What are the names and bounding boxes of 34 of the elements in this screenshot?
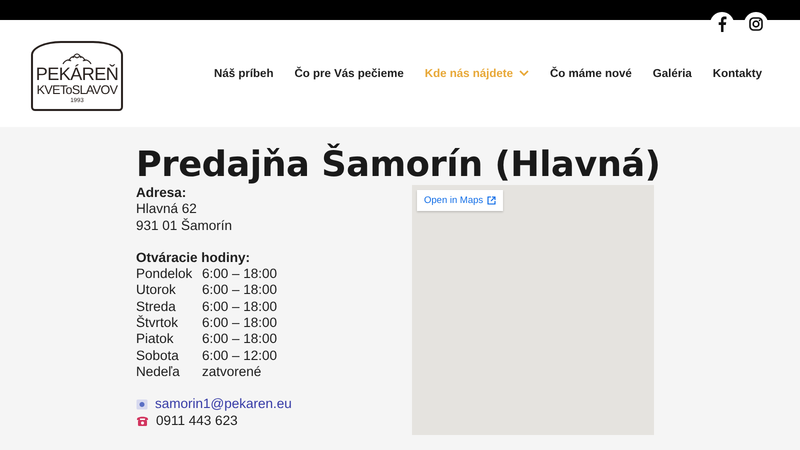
phone-number: 0911 443 623	[156, 412, 238, 429]
day-label: Pondelok	[136, 266, 194, 282]
phone-icon	[136, 415, 149, 426]
external-link-icon	[487, 196, 496, 205]
opening-time: zatvorené	[202, 364, 262, 380]
flower-icon	[60, 52, 94, 64]
opening-time: 6:00 – 12:00	[202, 348, 278, 364]
address-line: Hlavná 62	[136, 201, 198, 218]
open-in-maps-button[interactable]: Open in Maps	[417, 190, 504, 211]
opening-time: 6:00 – 18:00	[202, 298, 278, 316]
logo-text: KVEToSLAVOV	[36, 82, 118, 96]
day-label: Piatok	[136, 331, 175, 348]
opening-time: 6:00 – 18:00	[202, 315, 278, 332]
email-link[interactable]: samorin1@pekaren.eu	[155, 396, 292, 413]
day-label: Streda	[136, 298, 177, 315]
day-label: Nedeľa	[136, 364, 181, 380]
nav-link[interactable]: Čo máme nové	[550, 68, 632, 80]
nav-link[interactable]: Čo pre Vás pečieme	[294, 68, 404, 80]
day-label: Sobota	[136, 348, 180, 364]
logo-text: PEKÁREŇ	[36, 64, 118, 82]
address-line: 931 01 Šamorín	[136, 218, 234, 234]
nav-link[interactable]: Náš príbeh	[214, 68, 274, 80]
page-title: Predajňa Šamorín (Hlavná)	[136, 145, 662, 185]
map-area[interactable]: Open in Maps	[412, 185, 654, 435]
day-label: Utorok	[136, 282, 177, 299]
address-heading: Adresa:	[136, 185, 188, 202]
nav-link[interactable]: Kontakty	[712, 68, 762, 80]
opening-time: 6:00 – 18:00	[202, 282, 278, 299]
day-label: Štvrtok	[136, 315, 180, 332]
nav-link[interactable]: Galéria	[652, 68, 692, 80]
opening-time: 6:00 – 18:00	[202, 331, 278, 348]
email-icon	[136, 398, 148, 410]
opening-time: 6:00 – 18:00	[202, 266, 278, 282]
hours-heading: Otváracie hodiny:	[136, 250, 252, 266]
